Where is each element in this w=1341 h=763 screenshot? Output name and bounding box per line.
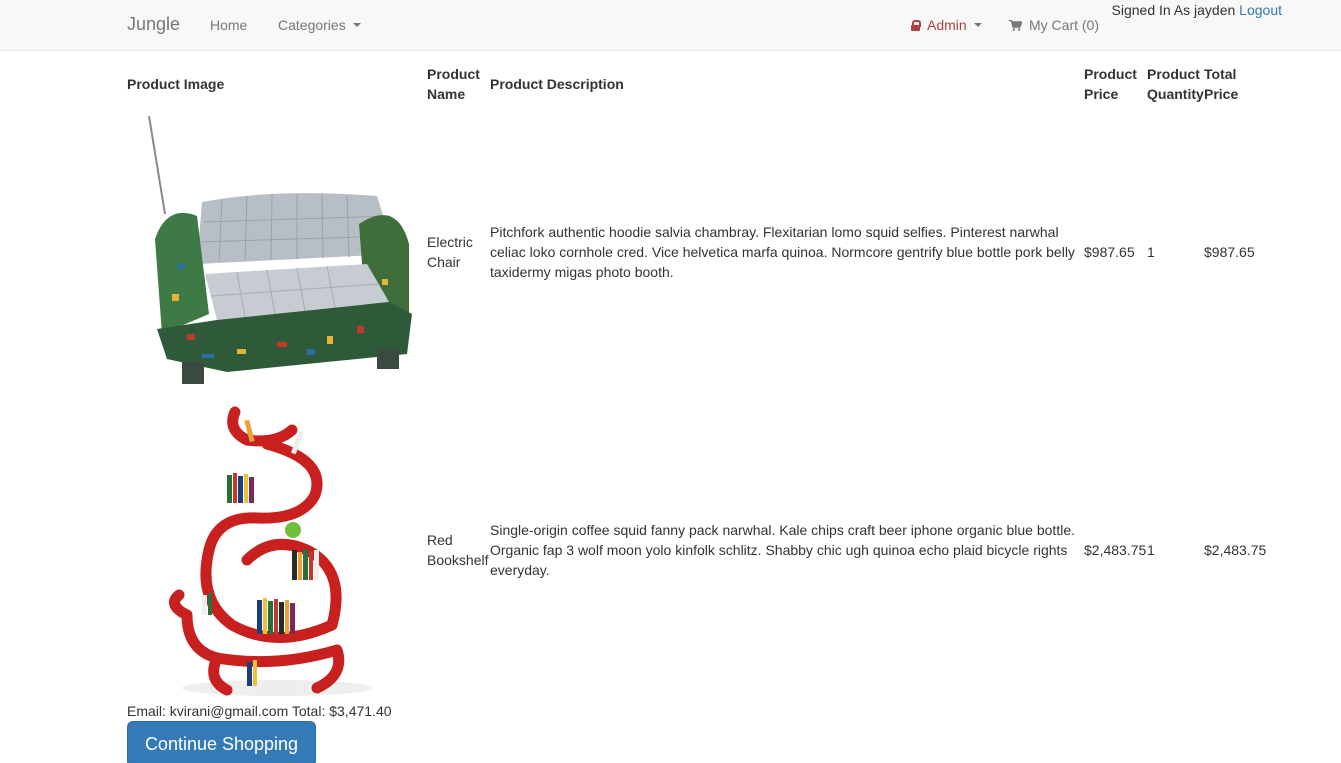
product-description-cell: Single-origin coffee squid fanny pack na… bbox=[490, 522, 1075, 578]
total-price-cell: $987.65 bbox=[1204, 244, 1255, 260]
logout-link[interactable]: Logout bbox=[1239, 2, 1282, 18]
header-product-image: Product Image bbox=[127, 76, 225, 92]
header-total-price: Total Price bbox=[1204, 66, 1239, 102]
total-price-cell: $2,483.75 bbox=[1204, 542, 1267, 558]
nav-cart-link[interactable]: My Cart (0) bbox=[1009, 17, 1099, 33]
navbar: Jungle Home Categories Admin My Cart (0)… bbox=[0, 0, 1341, 51]
header-product-description: Product Description bbox=[490, 76, 624, 92]
nav-categories-dropdown[interactable]: Categories bbox=[278, 17, 361, 33]
nav-cart-label: My Cart (0) bbox=[1029, 17, 1099, 33]
order-summary: Email: kvirani@gmail.com Total: $3,471.4… bbox=[127, 703, 392, 719]
product-name-cell: Red Bookshelf bbox=[427, 532, 489, 568]
nav-home-link[interactable]: Home bbox=[210, 17, 247, 33]
chevron-down-icon bbox=[973, 23, 982, 27]
product-image-red-bookshelf bbox=[127, 400, 374, 696]
nav-home-label: Home bbox=[210, 17, 248, 33]
continue-shopping-button[interactable]: Continue Shopping bbox=[127, 721, 316, 763]
product-description-cell: Pitchfork authentic hoodie salvia chambr… bbox=[490, 224, 1075, 280]
signed-in-status: Signed In As jayden Logout bbox=[1112, 2, 1282, 18]
nav-admin-dropdown[interactable]: Admin bbox=[911, 17, 982, 33]
header-product-quantity: Product Quantity bbox=[1147, 66, 1204, 102]
lock-icon bbox=[911, 20, 921, 31]
product-image-electric-chair bbox=[127, 104, 427, 400]
brand-link[interactable]: Jungle bbox=[127, 14, 180, 35]
nav-categories-label: Categories bbox=[278, 17, 346, 33]
product-quantity-cell: 1 bbox=[1147, 244, 1155, 260]
chevron-down-icon bbox=[352, 23, 361, 27]
header-product-price: Product Price bbox=[1084, 66, 1137, 102]
signed-in-text: Signed In As jayden bbox=[1111, 2, 1236, 18]
header-product-name: Product Name bbox=[427, 66, 480, 102]
product-name-cell: Electric Chair bbox=[427, 234, 473, 270]
product-quantity-cell: 1 bbox=[1147, 542, 1155, 558]
nav-admin-label: Admin bbox=[927, 17, 967, 33]
product-price-cell: $987.65 bbox=[1084, 244, 1135, 260]
cart-icon bbox=[1009, 19, 1022, 31]
product-price-cell: $2,483.75 bbox=[1084, 542, 1147, 558]
